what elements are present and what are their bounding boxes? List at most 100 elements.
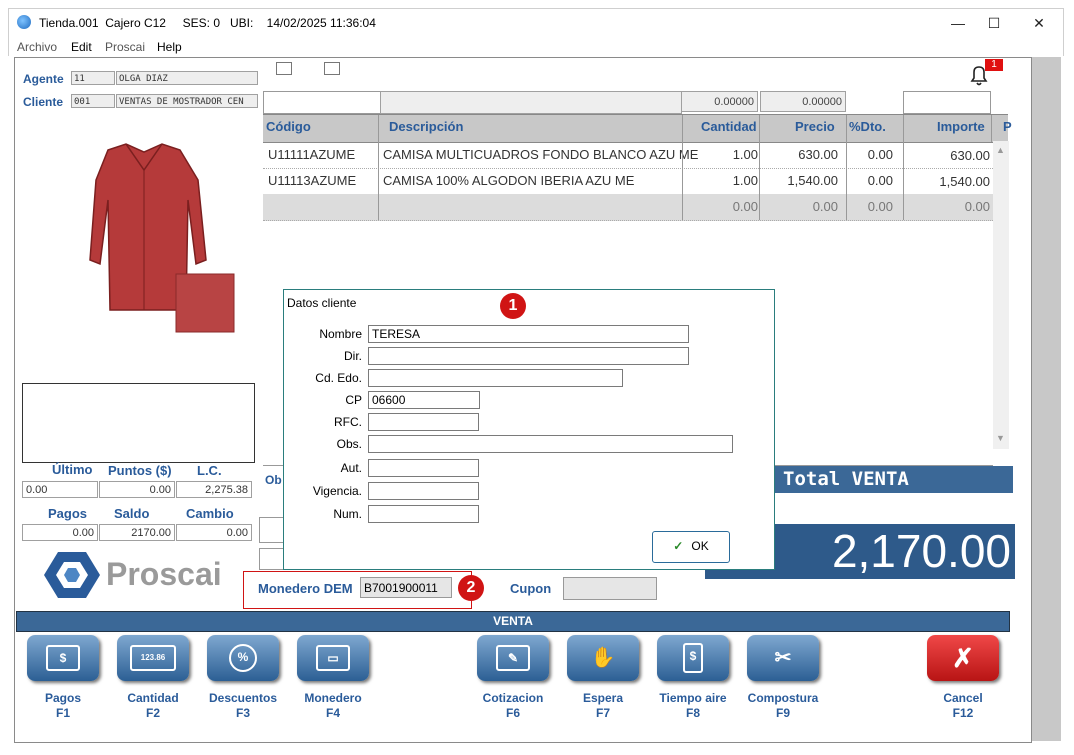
cotizacion-button[interactable]: ✎ xyxy=(477,635,549,681)
tiempo-aire-label-f8: Tiempo aire F8 xyxy=(659,691,727,720)
cancel-label-f12: Cancel F12 xyxy=(943,691,983,720)
header-cantidad[interactable]: Cantidad xyxy=(701,119,757,134)
cancel-button[interactable]: ✗ xyxy=(927,635,999,681)
monedero-button[interactable]: ▭ xyxy=(297,635,369,681)
header-precio[interactable]: Precio xyxy=(795,119,835,134)
proscai-logo-icon xyxy=(44,550,100,600)
agent-name[interactable]: OLGA DIAZ xyxy=(116,71,258,85)
dialog-title: Datos cliente xyxy=(287,296,357,310)
ok-button[interactable]: ✓ OK xyxy=(652,531,730,563)
menu-edit[interactable]: Edit xyxy=(71,40,92,54)
app-icon xyxy=(17,15,31,29)
client-name[interactable]: VENTAS DE MOSTRADOR CEN xyxy=(116,94,258,108)
row-dto: 0.00 xyxy=(867,199,893,214)
row-qty: 1.00 xyxy=(732,173,758,188)
cupon-input[interactable] xyxy=(563,577,657,600)
dir-field[interactable] xyxy=(368,347,689,365)
agent-label: Agente xyxy=(23,72,64,86)
obs-field-label: Obs. xyxy=(336,437,362,451)
pagos-label-f1: Pagos F1 xyxy=(44,691,81,720)
option-checkbox-1[interactable] xyxy=(276,62,292,75)
row-desc: CAMISA 100% ALGODON IBERIA AZU ME xyxy=(383,173,635,188)
pagos-button[interactable]: $ xyxy=(27,635,99,681)
aut-label: Aut. xyxy=(340,461,362,475)
grid-input-5[interactable] xyxy=(903,91,991,114)
monedero-input[interactable]: B7001900011 xyxy=(360,577,452,598)
notes-box[interactable] xyxy=(22,383,255,463)
monedero-label-f4: Monedero F4 xyxy=(304,691,362,720)
table-row[interactable]: 0.00 0.00 0.00 0.00 xyxy=(263,194,993,221)
window-title: Tienda.001 Cajero C12 SES: 0 UBI: 14/02/… xyxy=(39,16,376,30)
grid-scrollbar[interactable]: ▲ ▼ xyxy=(993,141,1009,449)
aut-field[interactable] xyxy=(368,459,479,477)
datos-cliente-dialog: Datos cliente 1 Nombre TERESA Dir. Cd. E… xyxy=(283,289,775,570)
callout-badge-1: 1 xyxy=(500,293,526,319)
maximize-button[interactable]: ☐ xyxy=(971,9,1017,37)
row-amount: 0.00 xyxy=(964,199,990,214)
table-row[interactable]: U11113AZUME CAMISA 100% ALGODON IBERIA A… xyxy=(263,168,993,195)
menu-help[interactable]: Help xyxy=(157,40,182,54)
header-descripcion[interactable]: Descripción xyxy=(389,119,463,134)
option-checkbox-2[interactable] xyxy=(324,62,340,75)
agent-code[interactable]: 11 xyxy=(71,71,115,85)
vigencia-label: Vigencia. xyxy=(312,484,362,498)
total-label: Total VENTA xyxy=(775,466,1013,493)
monedero-label: Monedero DEM xyxy=(258,581,353,596)
nombre-field[interactable]: TERESA xyxy=(368,325,689,343)
row-price: 630.00 xyxy=(798,147,838,162)
cotizacion-label-f6: Cotizacion F6 xyxy=(482,691,544,720)
row-qty: 1.00 xyxy=(732,147,758,162)
compostura-button[interactable]: ✂ xyxy=(747,635,819,681)
tiempo-aire-button[interactable]: $ xyxy=(657,635,729,681)
close-button[interactable]: ✕ xyxy=(1016,9,1062,37)
pagos-label: Pagos xyxy=(48,506,88,521)
descuentos-button[interactable]: % xyxy=(207,635,279,681)
menu-proscai[interactable]: Proscai xyxy=(105,40,145,54)
callout-badge-2: 2 xyxy=(458,575,484,601)
scroll-down-icon[interactable]: ▼ xyxy=(996,433,1005,443)
table-row[interactable]: U11111AZUME CAMISA MULTICUADROS FONDO BL… xyxy=(263,142,993,169)
scissors-icon: ✂ xyxy=(774,647,792,669)
grid-input-4[interactable]: 0.00000 xyxy=(760,91,846,112)
left-field-1[interactable] xyxy=(259,517,285,543)
lc-value: 2,275.38 xyxy=(176,481,252,498)
cambio-label: Cambio xyxy=(186,506,234,521)
client-label: Cliente xyxy=(23,95,64,109)
row-dto: 0.00 xyxy=(867,147,893,162)
puntos-value: 0.00 xyxy=(99,481,175,498)
cantidad-button[interactable]: 123.86 xyxy=(117,635,189,681)
header-dto[interactable]: %Dto. xyxy=(849,119,886,134)
menu-archivo[interactable]: Archivo xyxy=(17,40,57,54)
rfc-field[interactable] xyxy=(368,413,479,431)
left-field-2[interactable] xyxy=(259,548,285,570)
row-desc: CAMISA MULTICUADROS FONDO BLANCO AZU ME xyxy=(383,147,699,162)
grid-input-2[interactable] xyxy=(380,91,682,114)
header-p[interactable]: P xyxy=(1003,119,1012,134)
proscai-brand: Proscai xyxy=(106,556,222,592)
scroll-up-icon[interactable]: ▲ xyxy=(996,145,1005,155)
ok-label: OK xyxy=(691,539,709,553)
cp-field[interactable]: 06600 xyxy=(368,391,480,409)
check-icon: ✓ xyxy=(673,539,684,553)
product-image xyxy=(48,140,238,340)
rfc-label: RFC. xyxy=(334,415,362,429)
obs-field[interactable] xyxy=(368,435,733,453)
grid-input-3[interactable]: 0.00000 xyxy=(681,91,758,112)
cash-icon: $ xyxy=(46,645,80,671)
ultimo-value: 0.00 xyxy=(22,481,98,498)
grid-input-1[interactable] xyxy=(263,91,381,114)
vigencia-field[interactable] xyxy=(368,482,479,500)
header-importe[interactable]: Importe xyxy=(937,119,985,134)
saldo-value: 2170.00 xyxy=(99,524,175,541)
cd-edo-field[interactable] xyxy=(368,369,623,387)
header-codigo[interactable]: Código xyxy=(266,119,311,134)
num-field[interactable] xyxy=(368,505,479,523)
espera-button[interactable]: ✋ xyxy=(567,635,639,681)
nombre-label: Nombre xyxy=(319,327,362,341)
ultimo-label: Último xyxy=(52,462,93,477)
lc-label: L.C. xyxy=(197,463,222,478)
espera-label-f7: Espera F7 xyxy=(582,691,624,720)
calculator-icon: 123.86 xyxy=(130,645,176,671)
cd-edo-label: Cd. Edo. xyxy=(315,371,362,385)
client-code[interactable]: 001 xyxy=(71,94,115,108)
